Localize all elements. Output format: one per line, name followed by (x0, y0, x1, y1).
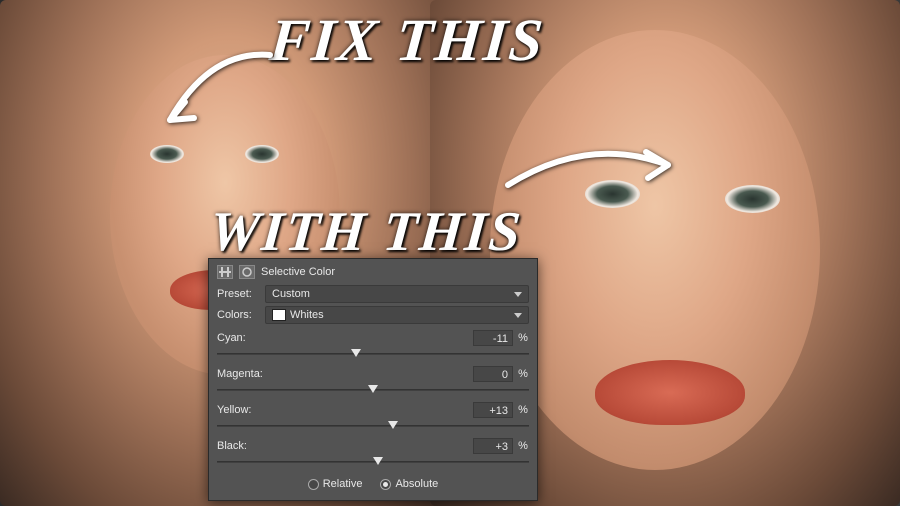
percent-label: % (517, 440, 529, 452)
yellow-slider[interactable] (217, 420, 529, 432)
relative-radio[interactable]: Relative (308, 478, 363, 490)
color-swatch-icon (272, 309, 286, 321)
magenta-slider-row: Magenta: 0 % (217, 366, 529, 396)
yellow-value-input[interactable]: +13 (473, 402, 513, 418)
magenta-slider[interactable] (217, 384, 529, 396)
colors-label: Colors: (217, 309, 265, 321)
slider-thumb[interactable] (388, 421, 398, 429)
slider-thumb[interactable] (368, 385, 378, 393)
radio-icon (308, 479, 319, 490)
cyan-label: Cyan: (217, 332, 246, 344)
arrow-to-after (498, 130, 678, 210)
slider-thumb[interactable] (351, 349, 361, 357)
slider-track (217, 353, 529, 355)
overlay-text-with-this: WITH THIS (207, 200, 525, 264)
cyan-value-input[interactable]: -11 (473, 330, 513, 346)
yellow-slider-row: Yellow: +13 % (217, 402, 529, 432)
panel-header: Selective Color (217, 265, 529, 279)
preset-menu-icon[interactable] (239, 265, 255, 279)
panel-title: Selective Color (261, 266, 335, 278)
black-label: Black: (217, 440, 247, 452)
colors-select[interactable]: Whites (265, 306, 529, 324)
yellow-label: Yellow: (217, 404, 251, 416)
percent-label: % (517, 404, 529, 416)
arrow-to-before (150, 40, 280, 140)
absolute-label: Absolute (395, 478, 438, 490)
black-slider-row: Black: +3 % (217, 438, 529, 468)
cyan-slider[interactable] (217, 348, 529, 360)
eye-placeholder (725, 185, 780, 213)
eye-placeholder (150, 145, 184, 163)
colors-value: Whites (290, 309, 324, 321)
slider-thumb[interactable] (373, 457, 383, 465)
black-value-input[interactable]: +3 (473, 438, 513, 454)
absolute-radio[interactable]: Absolute (380, 478, 438, 490)
cyan-slider-row: Cyan: -11 % (217, 330, 529, 360)
relative-label: Relative (323, 478, 363, 490)
overlay-text-fix-this: FIX THIS (267, 6, 547, 75)
adjustment-icon[interactable] (217, 265, 233, 279)
percent-label: % (517, 368, 529, 380)
colors-row: Colors: Whites (217, 306, 529, 324)
chevron-down-icon (514, 313, 522, 318)
slider-track (217, 425, 529, 427)
preset-select[interactable]: Custom (265, 285, 529, 303)
preset-value: Custom (272, 288, 310, 300)
eye-placeholder (245, 145, 279, 163)
percent-label: % (517, 332, 529, 344)
black-slider[interactable] (217, 456, 529, 468)
mode-radio-group: Relative Absolute (217, 478, 529, 490)
preset-row: Preset: Custom (217, 285, 529, 303)
radio-icon (380, 479, 391, 490)
lips-placeholder (595, 360, 745, 425)
magenta-label: Magenta: (217, 368, 263, 380)
chevron-down-icon (514, 292, 522, 297)
preset-label: Preset: (217, 288, 265, 300)
magenta-value-input[interactable]: 0 (473, 366, 513, 382)
selective-color-panel: Selective Color Preset: Custom Colors: W… (208, 258, 538, 501)
